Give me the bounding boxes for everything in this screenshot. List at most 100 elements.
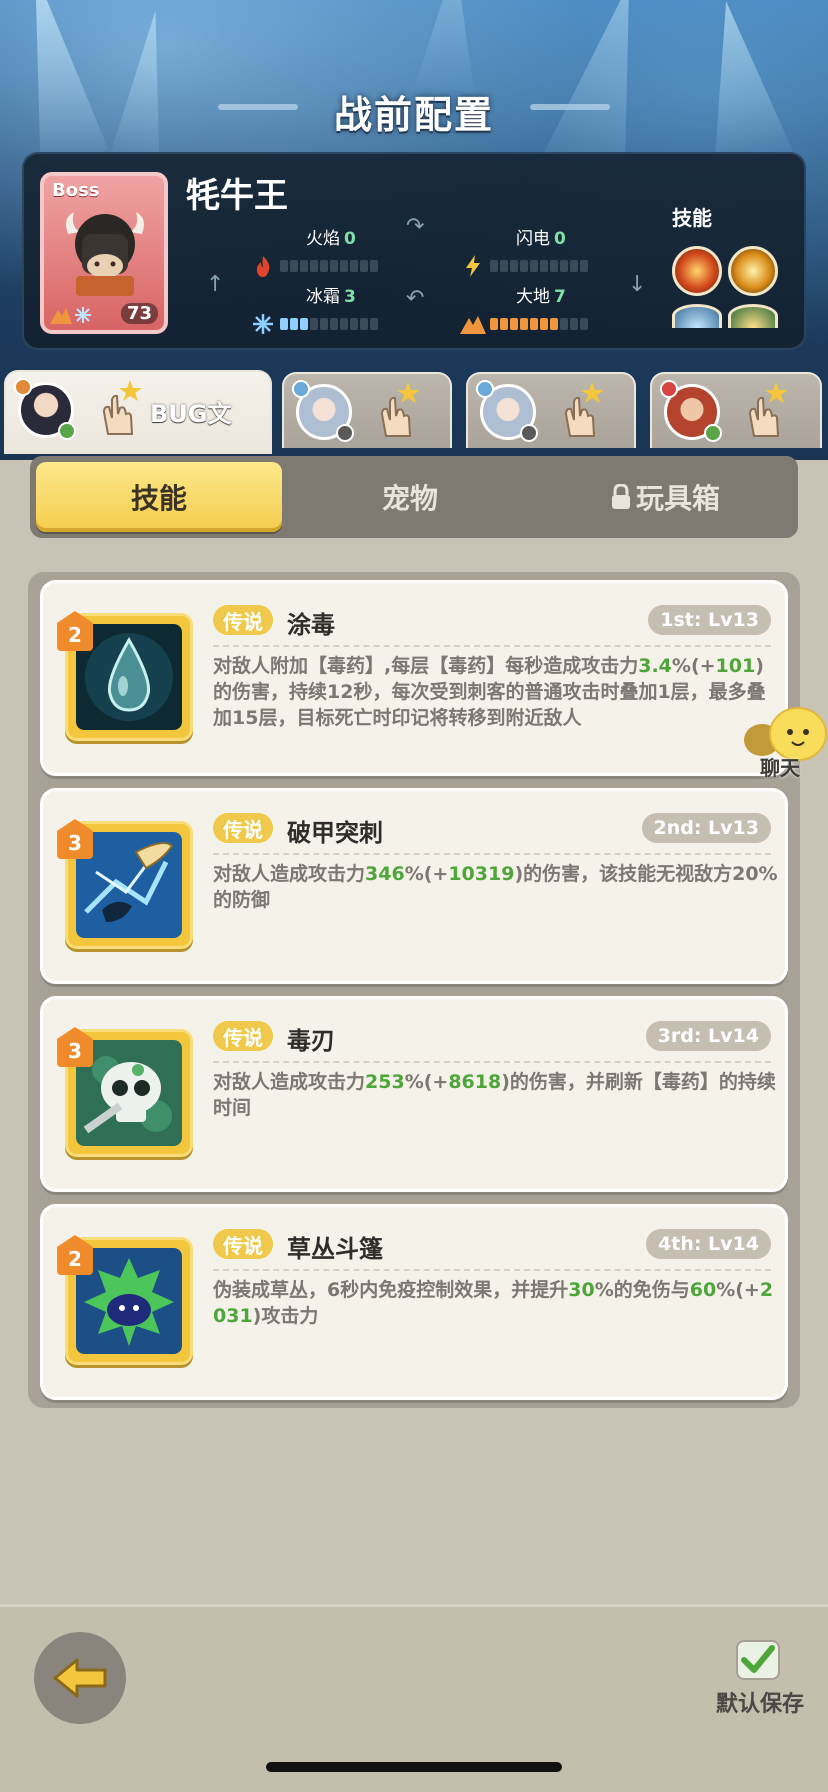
cycle-arrow-icon: ↓ — [628, 272, 647, 297]
boss-skill-nature-icon[interactable] — [728, 304, 778, 328]
highlight-value: 30 — [568, 1279, 595, 1301]
home-indicator — [266, 1762, 562, 1772]
tap-hand-icon — [564, 382, 604, 437]
description-text: )攻击力 — [252, 1305, 319, 1327]
skill-list: 2 传说 涂毒 1st: Lv13 对敌人附加【毒药】,每层【毒药】每秒造成攻击… — [28, 572, 800, 1408]
boss-tag: Boss — [52, 180, 100, 201]
cycle-arrow-icon: ↷ — [406, 214, 425, 239]
device-badge-icon — [336, 424, 354, 442]
boss-level: 73 — [120, 303, 158, 324]
class-badge-icon — [14, 378, 32, 396]
boss-element-icons — [50, 306, 92, 324]
skill-card-3[interactable]: 3 传说 毒刃 3rd: Lv14 对敌人造成攻击力253%(+8618)的伤害… — [40, 996, 788, 1192]
earth-label: 大地 — [516, 287, 550, 307]
skill-card-2[interactable]: 3 传说 破甲突刺 2nd: Lv13 对敌人造成攻击力346%(+10319)… — [40, 788, 788, 984]
device-badge-icon — [520, 424, 538, 442]
lightning-label: 闪电 — [516, 229, 550, 249]
cycle-arrow-icon: ↑ — [206, 272, 225, 297]
yak-king-portrait — [66, 212, 144, 296]
toybox-label: 玩具箱 — [635, 482, 720, 515]
highlight-value: 3.4 — [638, 655, 672, 677]
fire-bar — [280, 260, 378, 272]
description-text: %(+ — [671, 655, 716, 677]
tab-toybox[interactable]: 玩具箱 — [570, 462, 760, 532]
boss-skill-ice-icon[interactable] — [672, 304, 722, 328]
highlight-value: 8618 — [448, 1071, 502, 1093]
skill-name: 破甲突刺 — [287, 819, 383, 847]
snowflake-icon — [250, 311, 276, 337]
description-text: 对敌人附加【毒药】,每层【毒药】每秒造成攻击力 — [213, 655, 639, 677]
skill-slot-level: 2nd: Lv13 — [641, 813, 771, 843]
frost-value: 3 — [344, 287, 356, 307]
divider — [213, 853, 771, 855]
highlight-value: 10319 — [448, 863, 515, 885]
skill-description: 对敌人造成攻击力346%(+10319)的伤害，该技能无视敌方20%的防御 — [213, 861, 779, 913]
lightning-icon — [460, 253, 486, 279]
hero-tab-4[interactable] — [650, 372, 822, 448]
skill-description: 伪装成草丛，6秒内免疫控制效果，并提升30%的免伤与60%(+2031)攻击力 — [213, 1277, 779, 1329]
divider — [213, 1061, 771, 1063]
rarity-tag: 传说 — [213, 1229, 273, 1259]
tap-hand-icon — [102, 380, 142, 435]
hero-tab-3[interactable] — [466, 372, 636, 448]
description-text: 对敌人造成攻击力 — [213, 863, 366, 885]
skill-slot-level: 3rd: Lv14 — [645, 1021, 771, 1051]
boss-skills-label: 技能 — [672, 206, 712, 230]
fire-label: 火焰 — [306, 229, 340, 249]
skill-description: 对敌人附加【毒药】,每层【毒药】每秒造成攻击力3.4%(+101)的伤害，持续1… — [213, 653, 779, 731]
checkmark-icon — [741, 1645, 775, 1673]
default-save-label[interactable]: 默认保存 — [716, 1686, 804, 1718]
lightning-bar — [490, 260, 588, 272]
fire-icon — [250, 253, 276, 279]
online-badge-icon — [58, 422, 76, 440]
class-badge-icon — [660, 380, 678, 398]
lightning-value: 0 — [554, 229, 566, 249]
description-text: 对敌人造成攻击力 — [213, 1071, 366, 1093]
skill-card-1[interactable]: 2 传说 涂毒 1st: Lv13 对敌人附加【毒药】,每层【毒药】每秒造成攻击… — [40, 580, 788, 776]
online-badge-icon — [704, 424, 722, 442]
class-badge-icon — [476, 380, 494, 398]
description-text: %(+ — [404, 1071, 449, 1093]
description-text: %(+ — [716, 1279, 760, 1301]
fire-value: 0 — [344, 229, 356, 249]
earth-icon — [460, 311, 486, 337]
skill-description: 对敌人造成攻击力253%(+8618)的伤害，并刷新【毒药】的持续时间 — [213, 1069, 779, 1121]
highlight-value: 101 — [715, 655, 756, 677]
back-button[interactable] — [34, 1632, 126, 1724]
frost-bar — [280, 318, 378, 330]
rarity-tag: 传说 — [213, 605, 273, 635]
hero-tab-1[interactable]: BUG文 — [4, 370, 272, 454]
hero-tab-2[interactable] — [282, 372, 452, 448]
skill-slot-level: 1st: Lv13 — [648, 605, 771, 635]
category-tab-bar: 技能 宠物 玩具箱 — [30, 456, 798, 538]
skill-slot-level: 4th: Lv14 — [646, 1229, 771, 1259]
frost-label: 冰霜 — [306, 287, 340, 307]
description-text: 伪装成草丛，6秒内免疫控制效果，并提升 — [213, 1279, 569, 1301]
hero-name: BUG文 — [150, 400, 232, 428]
earth-value: 7 — [554, 287, 566, 307]
default-save-checkbox[interactable] — [736, 1640, 780, 1680]
tap-hand-icon — [380, 382, 420, 437]
rarity-tag: 传说 — [213, 1021, 273, 1051]
boss-skill-fire-icon[interactable] — [672, 246, 722, 296]
boss-panel: Boss 73 牦牛王 火焰 0 闪电 0 冰霜 3 大地 7 ↑ ↷ ↶ ↓ … — [22, 152, 806, 350]
chat-label[interactable]: 聊天 — [760, 752, 800, 781]
description-text: %的免伤与 — [594, 1279, 690, 1301]
boss-card[interactable]: Boss 73 — [40, 172, 168, 334]
class-badge-icon — [292, 380, 310, 398]
tab-pets[interactable]: 宠物 — [330, 462, 490, 532]
tab-skills[interactable]: 技能 — [36, 462, 282, 532]
lightning-element: 闪电 0 — [460, 224, 660, 279]
skill-name: 毒刃 — [287, 1027, 335, 1055]
boss-skill-horn-icon[interactable] — [728, 246, 778, 296]
earth-icon — [50, 308, 72, 324]
back-arrow-icon — [53, 1658, 107, 1698]
page-title: 战前配置 — [333, 93, 494, 137]
boss-name: 牦牛王 — [186, 176, 288, 216]
skill-card-4[interactable]: 2 传说 草丛斗篷 4th: Lv14 伪装成草丛，6秒内免疫控制效果，并提升3… — [40, 1204, 788, 1400]
earth-bar — [490, 318, 588, 330]
tap-hand-icon — [748, 382, 788, 437]
cycle-arrow-icon: ↶ — [406, 286, 425, 311]
lock-icon — [611, 484, 630, 509]
divider — [213, 645, 771, 647]
